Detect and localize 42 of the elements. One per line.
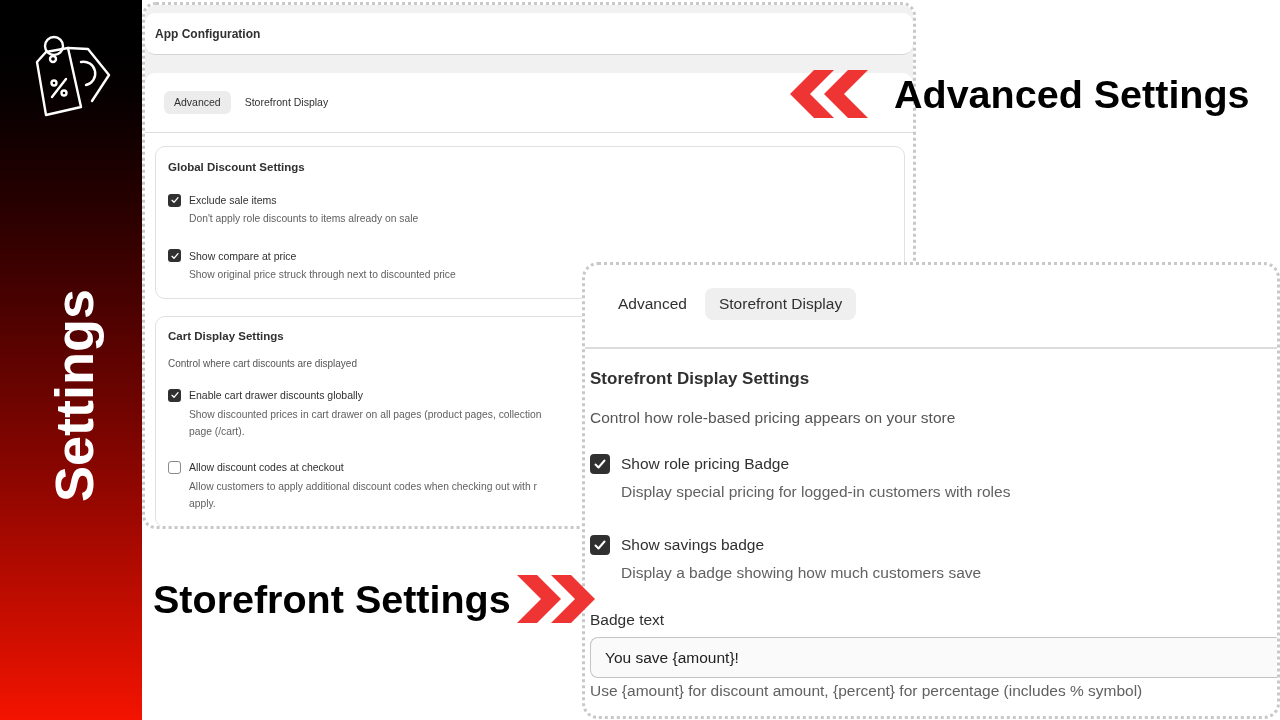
option-description: Display a badge showing how much customers save — [621, 563, 982, 583]
check-icon — [170, 251, 179, 260]
option-description: page (/cart). — [189, 424, 245, 439]
app-title: App Configuration — [155, 25, 261, 43]
tab[interactable]: Storefront Display — [234, 91, 339, 114]
check-icon — [594, 539, 606, 551]
section-description: Control where cart discounts are displayed — [168, 357, 357, 371]
checkbox[interactable] — [590, 454, 610, 474]
checkbox[interactable] — [168, 460, 181, 474]
sidebar-title: Settings — [44, 289, 104, 503]
double-chevron-icon — [790, 70, 868, 118]
checkbox[interactable] — [590, 535, 610, 555]
section-title: Cart Display Settings — [168, 329, 284, 344]
callout-title: Storefront Settings — [153, 576, 511, 623]
section-title: Global Discount Settings — [168, 160, 305, 175]
option-description: Show discounted prices in cart drawer on all pages (product pages, collection — [189, 408, 542, 422]
option-description: Don't apply role discounts to items already on sale — [189, 212, 419, 226]
help-text: Use {amount} for discount amount, {percent} for percentage (includes % symbol) — [590, 681, 1143, 701]
option-label: Show compare at price — [189, 248, 297, 264]
field-label: Badge text — [590, 610, 665, 630]
option-description: apply. — [189, 496, 216, 511]
section-title: Storefront Display Settings — [590, 368, 810, 390]
option-label: Show savings badge — [621, 535, 765, 555]
tab[interactable]: Advanced — [164, 91, 231, 114]
checkbox[interactable] — [168, 193, 181, 207]
option-description: Display special pricing for logged-in customers with roles — [621, 482, 1011, 502]
check-icon — [170, 196, 179, 204]
check-icon — [594, 458, 606, 470]
option-label: Exclude sale items — [189, 193, 277, 208]
tab[interactable]: Storefront Display — [704, 288, 857, 320]
checkbox[interactable] — [168, 388, 181, 402]
option-description: Allow customers to apply additional discount codes when checking out with r — [189, 480, 537, 494]
section-description: Control how role-based pricing appears on your store — [590, 408, 956, 428]
option-label: Allow discount codes at checkout — [189, 460, 344, 475]
option-description: Show original price struck through next to discounted price — [189, 267, 456, 282]
text-input[interactable]: You save {amount}! — [590, 637, 1277, 678]
checkbox[interactable] — [168, 249, 181, 262]
tab[interactable]: Advanced — [604, 288, 701, 320]
check-icon — [170, 391, 179, 399]
option-label: Enable cart drawer discounts globally — [189, 388, 363, 403]
option-label: Show role pricing Badge — [621, 454, 790, 474]
callout-title: Advanced Settings — [894, 71, 1250, 118]
